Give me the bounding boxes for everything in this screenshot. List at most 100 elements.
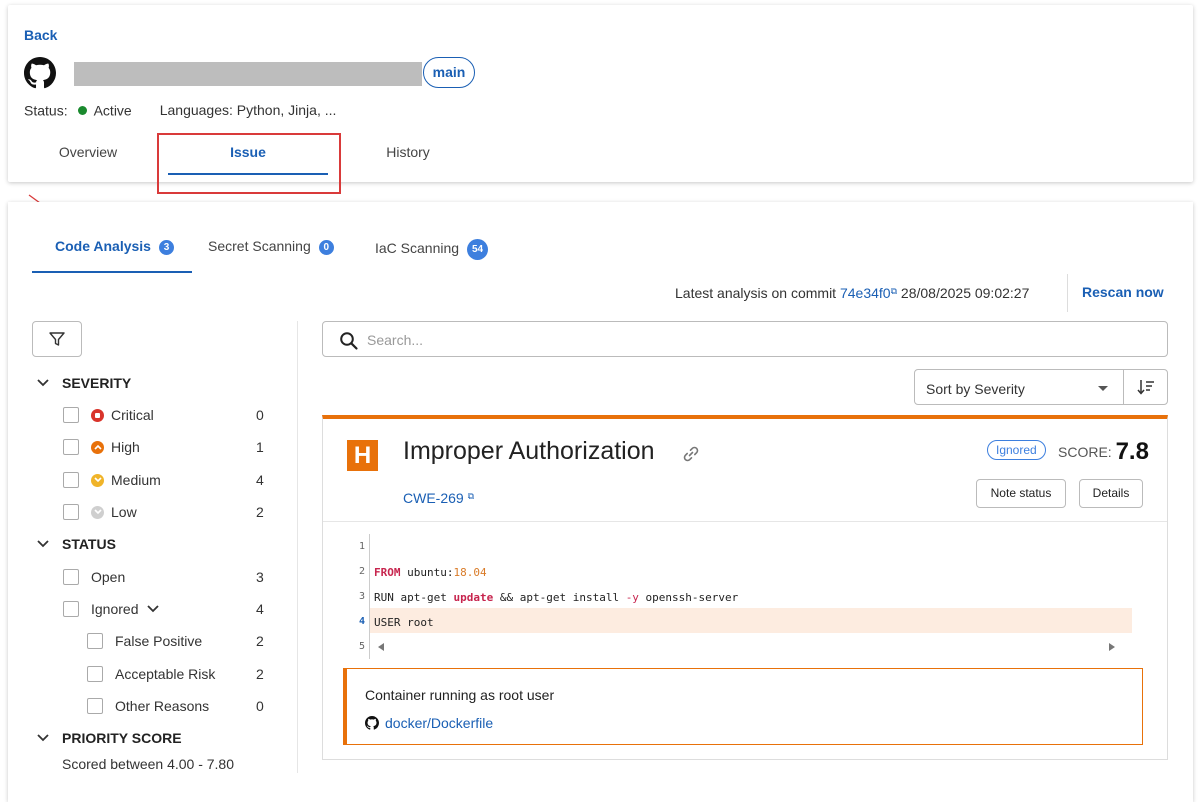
filter-high: High xyxy=(63,439,140,455)
tab-iac-scanning[interactable]: IaC Scanning 54 xyxy=(375,239,489,260)
details-button[interactable]: Details xyxy=(1079,479,1143,508)
medium-severity-icon xyxy=(91,473,104,487)
file-link[interactable]: docker/Dockerfile xyxy=(365,715,493,731)
link-icon[interactable] xyxy=(681,444,701,464)
sort-direction-button[interactable] xyxy=(1123,369,1168,405)
filter-label: Acceptable Risk xyxy=(115,666,216,682)
checkbox[interactable] xyxy=(87,633,103,649)
filter-icon xyxy=(49,332,65,346)
filter-count: 4 xyxy=(256,601,264,617)
issue-title: Improper Authorization xyxy=(403,437,655,465)
checkbox[interactable] xyxy=(87,698,103,714)
severity-section-toggle[interactable]: SEVERITY xyxy=(36,375,131,391)
tab-iac-scanning-label: IaC Scanning xyxy=(375,240,460,256)
code-keyword: update xyxy=(453,591,494,604)
status-value: Active xyxy=(93,102,132,119)
filter-count: 0 xyxy=(256,407,264,423)
issue-card: H Improper Authorization CWE-269 ⧉ Ignor… xyxy=(322,415,1168,760)
commit-link[interactable]: 74e34f0⧉ xyxy=(840,285,897,301)
divider xyxy=(1067,274,1068,312)
tab-code-analysis[interactable]: Code Analysis 3 xyxy=(55,238,174,255)
divider xyxy=(323,521,1167,522)
code-keyword: FROM xyxy=(374,566,401,579)
divider xyxy=(297,321,298,773)
high-severity-badge: H xyxy=(347,440,378,471)
analysis-datetime: 28/08/2025 09:02:27 xyxy=(900,285,1030,301)
high-severity-icon xyxy=(91,440,104,454)
search-icon xyxy=(340,332,358,350)
line-number: 1 xyxy=(358,541,365,552)
count-badge: 54 xyxy=(467,239,489,260)
status-label: Status: xyxy=(24,102,68,119)
external-link-icon: ⧉ xyxy=(890,286,898,296)
scroll-left-icon[interactable] xyxy=(378,643,384,651)
note-status-button[interactable]: Note status xyxy=(976,479,1066,508)
branch-badge[interactable]: main xyxy=(423,57,475,88)
commit-hash[interactable]: 74e34f0 xyxy=(840,285,891,301)
scroll-right-icon[interactable] xyxy=(1109,643,1115,651)
checkbox[interactable] xyxy=(87,666,103,682)
status-dot-icon xyxy=(77,105,87,115)
score: SCORE: 7.8 xyxy=(1058,438,1149,466)
filter-count: 3 xyxy=(256,569,264,585)
severity-title: SEVERITY xyxy=(62,375,132,391)
filter-label: False Positive xyxy=(115,633,203,649)
sort-select[interactable]: Sort by Severity xyxy=(914,369,1124,405)
sort-label: Sort by Severity xyxy=(926,381,1025,397)
cwe-link[interactable]: CWE-269 ⧉ xyxy=(403,490,474,506)
filter-ignored: Ignored xyxy=(63,601,160,617)
filter-label: Open xyxy=(91,569,126,585)
filter-button[interactable] xyxy=(32,321,82,357)
checkbox[interactable] xyxy=(63,601,79,617)
checkbox[interactable] xyxy=(63,504,79,520)
finding-box: Container running as root user docker/Do… xyxy=(343,668,1143,745)
priority-range: Scored between 4.00 - 7.80 xyxy=(62,756,235,772)
github-icon xyxy=(24,57,56,89)
filter-low: Low xyxy=(63,504,137,520)
checkbox[interactable] xyxy=(63,472,79,488)
highlight-box xyxy=(157,133,341,194)
priority-section-toggle[interactable]: PRIORITY SCORE xyxy=(36,730,182,746)
rescan-button[interactable]: Rescan now xyxy=(1082,284,1164,300)
checkbox[interactable] xyxy=(63,569,79,585)
code-line: RUN apt-get update && apt-get install -y… xyxy=(374,591,738,604)
gutter-divider xyxy=(369,534,370,659)
line-number: 3 xyxy=(358,591,365,602)
critical-severity-icon xyxy=(91,408,104,422)
filter-count: 0 xyxy=(256,698,264,714)
filter-count: 2 xyxy=(256,666,264,682)
checkbox[interactable] xyxy=(63,439,79,455)
code-text: RUN apt-get xyxy=(374,591,454,604)
languages-text: Languages: Python, Jinja, ... xyxy=(159,102,337,119)
tab-overview[interactable]: Overview xyxy=(58,144,118,160)
filter-count: 2 xyxy=(256,633,264,649)
status-section-toggle[interactable]: STATUS xyxy=(36,536,116,552)
filter-acceptable-risk: Acceptable Risk xyxy=(87,666,215,682)
chevron-down-icon xyxy=(37,540,49,548)
repo-status-row: Status: Active Languages: Python, Jinja, .… xyxy=(24,101,336,118)
filter-medium: Medium xyxy=(63,472,161,488)
filter-other-reasons: Other Reasons xyxy=(87,698,209,714)
tab-history[interactable]: History xyxy=(368,144,448,160)
filter-label: Ignored xyxy=(91,601,139,617)
filter-count: 1 xyxy=(256,439,264,455)
back-link[interactable]: Back xyxy=(24,27,57,43)
file-path[interactable]: docker/Dockerfile xyxy=(385,715,493,731)
code-keyword: -y xyxy=(625,591,639,604)
filter-critical: Critical xyxy=(63,407,154,423)
code-line: USER root xyxy=(374,616,434,629)
sort-descending-icon xyxy=(1136,380,1154,395)
chevron-down-icon[interactable] xyxy=(147,605,160,613)
line-number: 2 xyxy=(358,566,365,577)
status-badge: Ignored xyxy=(987,440,1046,460)
line-number: 4 xyxy=(358,616,365,627)
tab-secret-scanning[interactable]: Secret Scanning 0 xyxy=(208,238,334,255)
search-input[interactable] xyxy=(367,330,1147,350)
redacted-repo-name xyxy=(74,62,422,86)
checkbox[interactable] xyxy=(63,407,79,423)
filter-label: Low xyxy=(111,504,137,520)
finding-message: Container running as root user xyxy=(365,687,555,703)
cwe-text[interactable]: CWE-269 xyxy=(403,490,464,506)
filter-label: High xyxy=(111,439,140,455)
filter-false-positive: False Positive xyxy=(87,633,202,649)
